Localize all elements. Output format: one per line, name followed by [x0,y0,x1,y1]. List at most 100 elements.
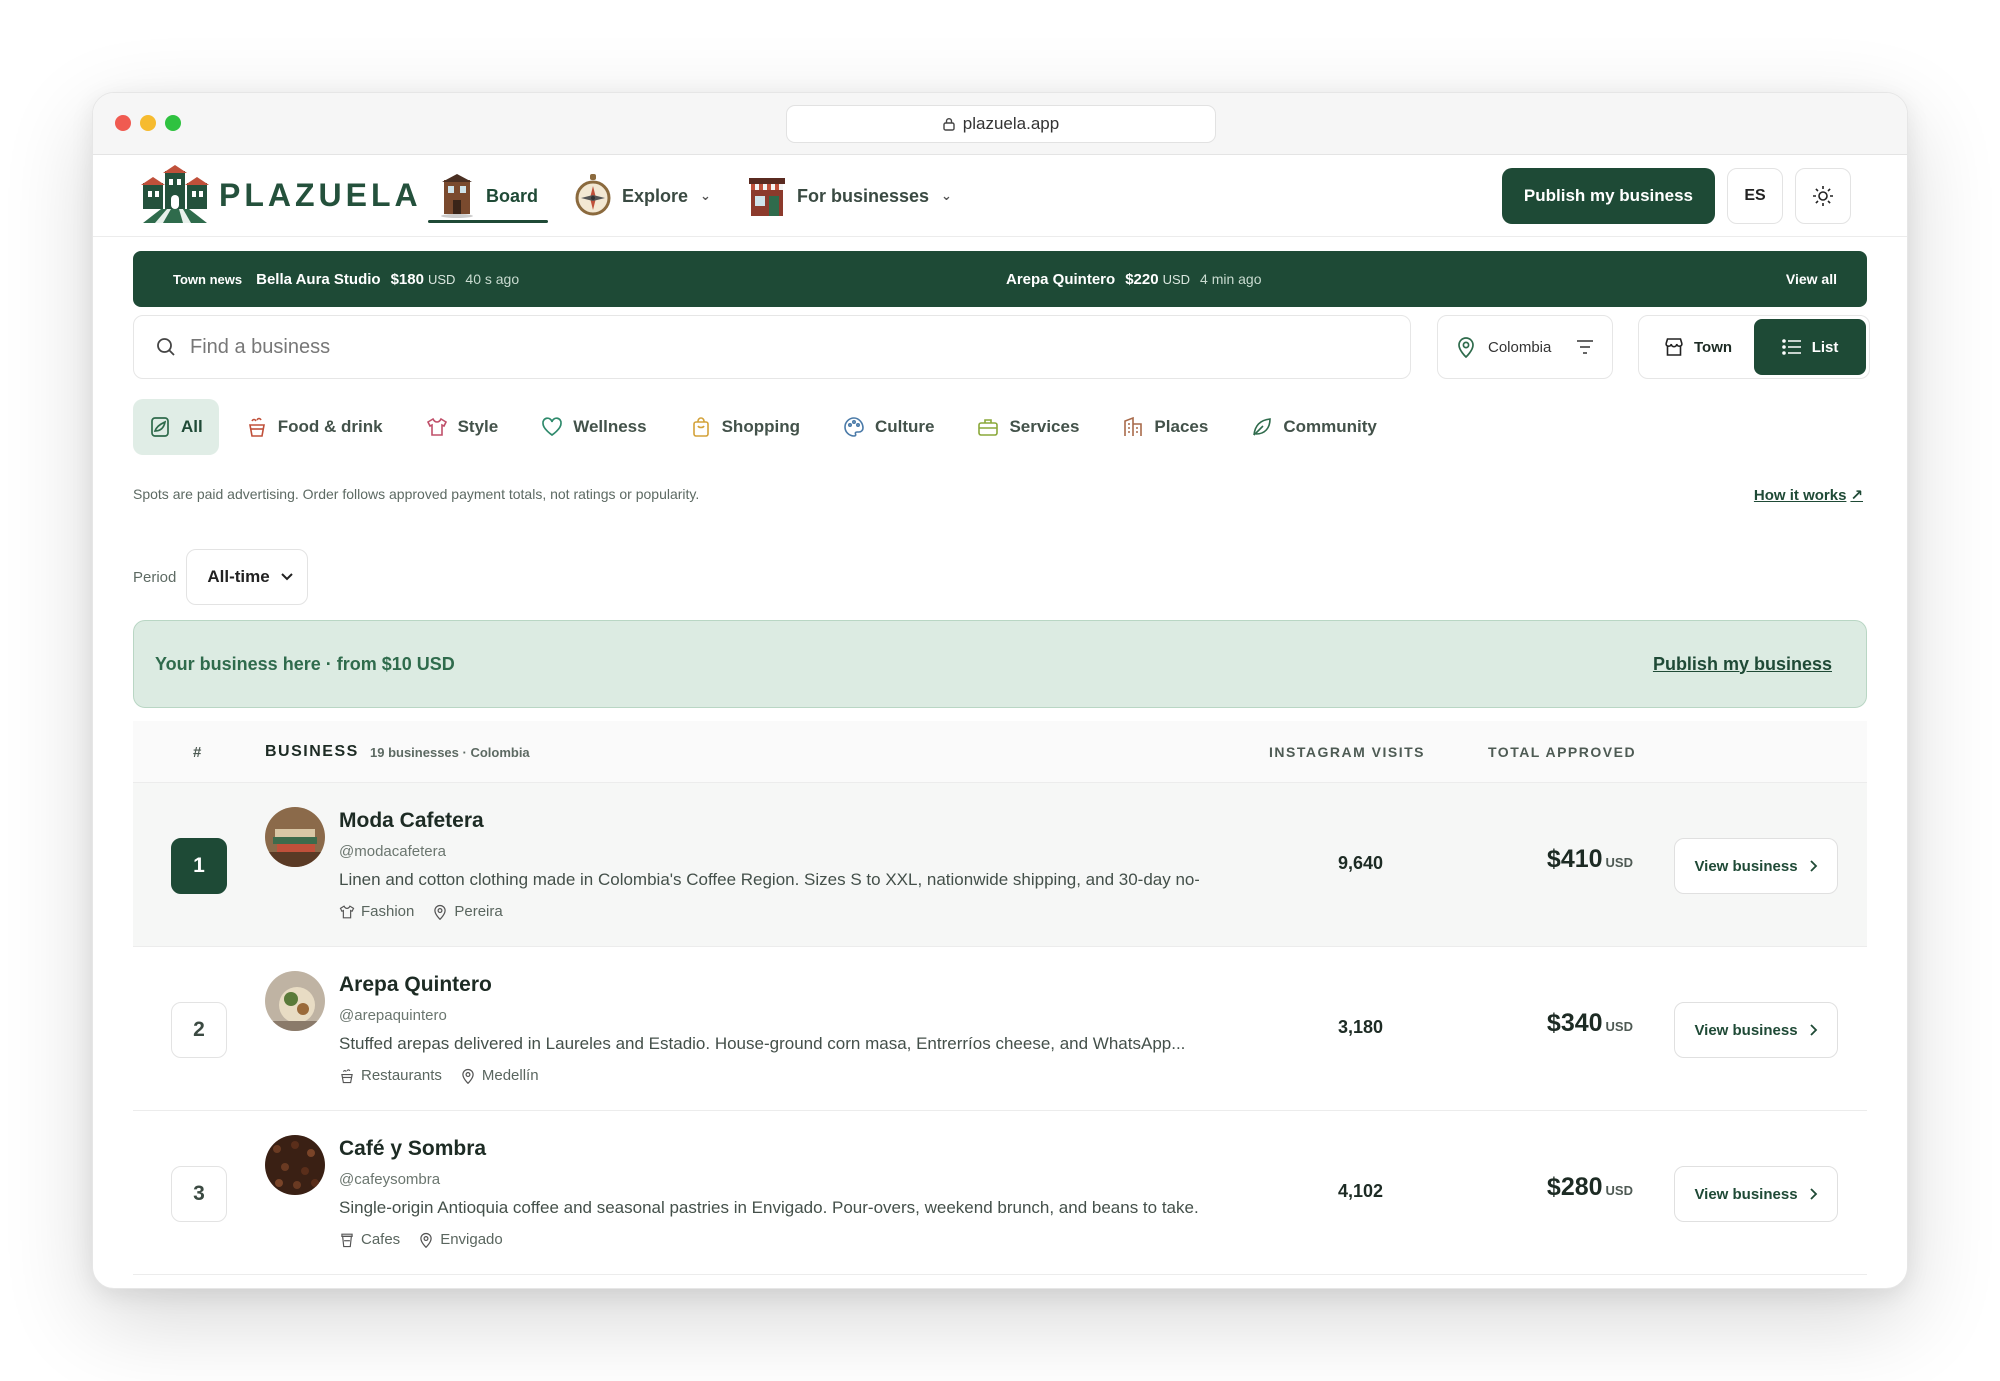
promo-publish-link[interactable]: Publish my business [1653,654,1832,675]
category-tab-community[interactable]: Community [1235,399,1393,455]
nav-explore[interactable]: Explore ⌄ [564,155,721,237]
business-tags: Fashion Pereira [339,903,503,920]
category-tab-shopping[interactable]: Shopping [674,399,816,455]
country-label: Colombia [1488,338,1552,356]
view-business-button[interactable]: View business [1674,1166,1838,1222]
category-tab-wellness[interactable]: Wellness [525,399,662,455]
category-tab-all[interactable]: All [133,399,219,455]
period-select[interactable]: All-time [186,549,309,605]
town-view-label: Town [1694,338,1733,356]
ticker-label: Town news [173,271,243,287]
list-view-button[interactable]: List [1754,319,1866,375]
ticker-item-name[interactable]: Bella Aura Studio [256,271,380,288]
business-description: Single-origin Antioquia coffee and seaso… [339,1198,1199,1217]
period-filter: Period All-time [133,549,309,605]
storefront-icon [748,178,785,216]
language-button[interactable]: ES [1727,168,1783,224]
business-handle: @arepaquintero [339,1007,447,1024]
site-header: PLAZUELA Board Explore ⌄ For businesses … [93,155,1907,237]
business-name[interactable]: Café y Sombra [339,1137,486,1161]
city-tag: Medellín [460,1067,539,1084]
business-name[interactable]: Moda Cafetera [339,809,484,833]
table-header: # BUSINESS 19 businesses · Colombia INST… [133,721,1867,783]
category-tab-places[interactable]: Places [1106,399,1224,455]
how-it-works-label: How it works [1753,486,1847,504]
ticker-item-currency: USD [427,271,456,287]
city-tag: Pereira [432,903,503,920]
promo-text: Your business here · from $10 USD [155,653,455,674]
view-business-label: View business [1694,1185,1798,1203]
sun-icon [1813,186,1833,206]
category-tab-style[interactable]: Style [410,399,515,455]
shirt-icon [339,904,355,918]
search-field[interactable]: Find a business [133,315,1411,379]
food-icon [341,1068,353,1083]
ticker-view-all-link[interactable]: View all [1786,251,1837,307]
search-icon [157,338,175,356]
theme-toggle-button[interactable] [1795,168,1851,224]
chevron-right-icon [1809,1188,1817,1200]
category-tag-label: Restaurants [361,1067,442,1084]
instagram-visits: 3,180 [1337,1017,1383,1037]
category-tabs: All Food & drink Style Wellness Shopping… [133,399,1404,455]
category-tag: Cafes [339,1231,400,1248]
category-tag-label: Fashion [361,903,415,920]
instagram-visits: 9,640 [1337,853,1383,873]
ticker-item-amount: $180 [390,270,424,288]
business-handle: @cafeysombra [339,1171,441,1188]
compass-icon [575,174,611,216]
building-icon [1124,416,1143,436]
ticker-item-name[interactable]: Arepa Quintero [1006,271,1115,288]
logo[interactable]: PLAZUELA [137,165,422,225]
town-view-button[interactable]: Town [1642,319,1754,375]
nav-board[interactable]: Board [428,155,549,237]
business-description: Linen and cotton clothing made in Colomb… [339,870,1199,889]
ticker-item-currency: USD [1162,271,1191,287]
table-row[interactable]: 1 Moda Cafetera @modacafetera Linen and … [133,783,1867,947]
table-row[interactable]: 2 Arepa Quintero @arepaquintero Stuffed … [133,947,1867,1111]
city-tag: Envigado [418,1231,503,1248]
country-filter[interactable]: Colombia [1437,315,1613,379]
chevron-down-icon: ⌄ [941,188,952,203]
total-currency: USD [1605,855,1633,870]
location-pin-icon [434,904,447,920]
minimize-window-button[interactable] [140,115,156,131]
city-tag-label: Envigado [440,1231,503,1248]
business-name[interactable]: Arepa Quintero [339,973,492,997]
view-business-button[interactable]: View business [1674,838,1838,894]
food-icon [248,417,265,437]
col-visits-header: INSTAGRAM VISITS [1269,744,1425,760]
category-label: Style [457,417,499,436]
col-total-header: TOTAL APPROVED [1488,744,1637,760]
view-business-button[interactable]: View business [1674,1002,1838,1058]
rank-badge: 1 [171,838,227,894]
brand-name: PLAZUELA [219,176,422,213]
chevron-right-icon [1809,860,1817,872]
category-tag: Fashion [339,903,414,920]
col-rank-header: # [193,743,203,761]
view-business-label: View business [1694,1021,1798,1039]
table-row[interactable]: 3 Café y Sombra @cafeysombra Single-orig… [133,1111,1867,1275]
view-toggle: Town List [1638,315,1870,379]
total-amount: $340 [1546,1009,1603,1037]
total-approved: $340 USD [1493,1009,1633,1038]
category-label: Community [1283,417,1377,436]
category-tab-culture[interactable]: Culture [827,399,951,455]
close-window-button[interactable] [115,115,131,131]
leaf-icon [1253,418,1272,436]
category-tab-food-drink[interactable]: Food & drink [230,399,399,455]
how-it-works-link[interactable]: How it works ↗ [1753,486,1863,505]
board-building-icon [441,174,473,218]
ticker-item-time: 4 min ago [1200,271,1262,287]
shirt-icon [426,417,447,436]
period-label: Period [133,568,177,586]
address-bar[interactable]: plazuela.app [786,105,1216,143]
nav-for-businesses[interactable]: For businesses ⌄ [737,155,962,237]
nav-for-businesses-label: For businesses [796,185,929,206]
maximize-window-button[interactable] [165,115,181,131]
publish-business-button[interactable]: Publish my business [1501,168,1715,224]
total-amount: $410 [1546,845,1603,873]
ad-disclaimer: Spots are paid advertising. Order follow… [133,486,700,502]
category-tab-services[interactable]: Services [961,399,1095,455]
lock-icon [943,118,955,131]
